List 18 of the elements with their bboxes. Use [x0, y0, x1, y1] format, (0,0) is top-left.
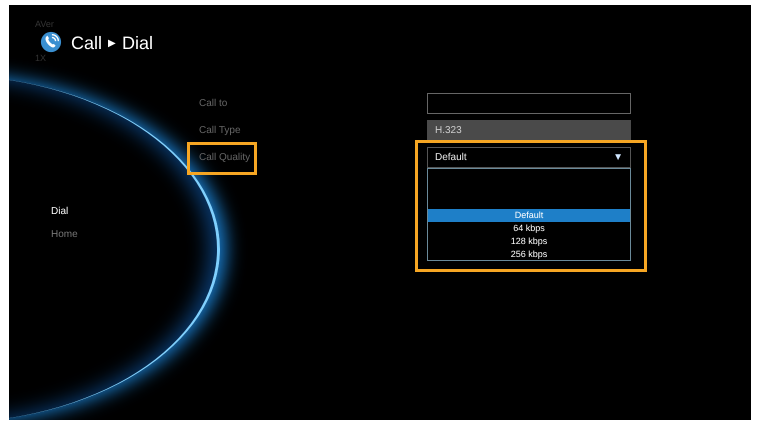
- breadcrumb-item: Call: [71, 32, 102, 54]
- dropdown-arrow: ▼: [613, 152, 623, 163]
- dropdown-option[interactable]: Default: [428, 209, 630, 222]
- field-label: Call Quality: [199, 152, 250, 163]
- call-to-field[interactable]: [427, 93, 631, 114]
- phone-icon: [40, 31, 62, 53]
- menu-item[interactable]: Dial: [51, 206, 68, 217]
- dropdown-option[interactable]: 64 kbps: [428, 222, 630, 235]
- breadcrumb-item: Dial: [122, 32, 154, 54]
- call-type-field[interactable]: H.323: [427, 120, 631, 141]
- field-label: Call to: [199, 98, 228, 109]
- dropdown-value: Default: [435, 152, 467, 163]
- quality-dropdown[interactable]: Default ▼: [427, 147, 631, 168]
- menu-item[interactable]: Home: [51, 229, 78, 240]
- dropdown-option[interactable]: 128 kbps: [428, 235, 630, 248]
- field-label: Call Type: [199, 125, 241, 136]
- dropdown-option[interactable]: 256 kbps: [428, 248, 630, 261]
- breadcrumb-separator: ▶: [108, 37, 116, 49]
